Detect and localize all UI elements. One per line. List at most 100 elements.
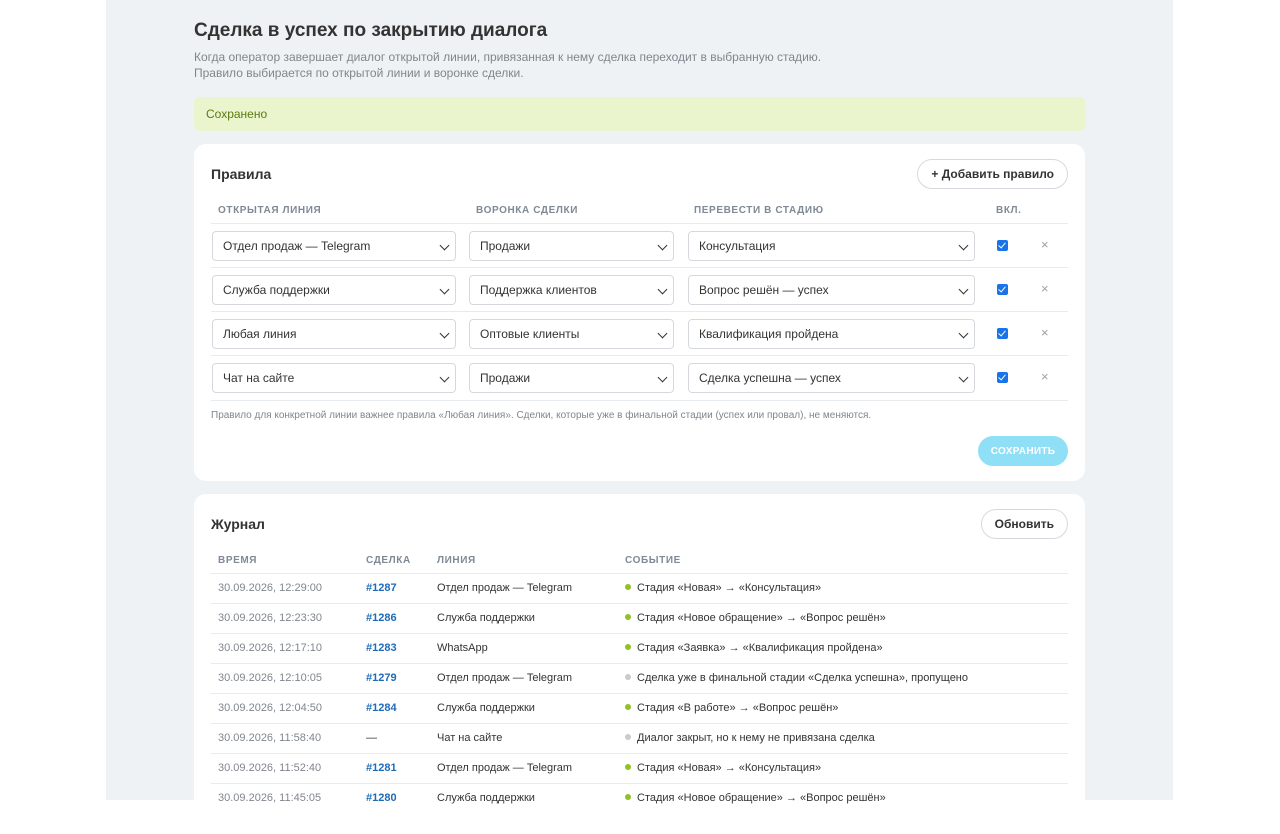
line-select[interactable]: Любая линия xyxy=(212,319,456,349)
refresh-button[interactable]: Обновить xyxy=(980,509,1068,539)
log-table-header: Время Сделка Линия Событие xyxy=(211,555,1068,573)
chevron-down-icon xyxy=(439,240,450,251)
deal-link[interactable]: #1284 xyxy=(366,694,397,723)
line-select-value: Отдел продаж — Telegram xyxy=(223,239,371,253)
log-event: Стадия «Новая» → «Консультация» xyxy=(625,754,821,783)
funnel-select[interactable]: Продажи xyxy=(469,231,674,261)
add-rule-button[interactable]: + Добавить правило xyxy=(917,159,1068,189)
column-header-funnel: Воронка сделки xyxy=(476,205,578,216)
deal-link[interactable]: #1287 xyxy=(366,574,397,603)
enabled-checkbox[interactable] xyxy=(997,240,1008,251)
rules-table-header: Открытая линия Воронка сделки Перевести … xyxy=(211,205,1068,223)
save-button[interactable]: СОХРАНИТЬ xyxy=(978,436,1068,466)
log-event-text: Стадия «Новое обращение» → «Вопрос решён… xyxy=(637,612,886,624)
log-event: Стадия «Новое обращение» → «Вопрос решён… xyxy=(625,784,886,813)
saved-notice: Сохранено xyxy=(194,97,1085,131)
funnel-select-value: Продажи xyxy=(480,239,531,253)
funnel-select[interactable]: Продажи xyxy=(469,363,674,393)
funnel-select-value: Поддержка клиентов xyxy=(480,283,597,297)
log-event-text: Стадия «Новое обращение» → «Вопрос решён… xyxy=(637,792,886,804)
deal-empty: — xyxy=(366,732,377,744)
log-line: Чат на сайте xyxy=(437,732,503,744)
log-line: Служба поддержки xyxy=(437,792,535,804)
log-event: Стадия «В работе» → «Вопрос решён» xyxy=(625,694,838,723)
line-select[interactable]: Отдел продаж — Telegram xyxy=(212,231,456,261)
page-background: Сделка в успех по закрытию диалога Когда… xyxy=(106,0,1173,834)
column-header-stage: Перевести в стадию xyxy=(694,205,824,216)
delete-rule-icon[interactable]: × xyxy=(1041,281,1049,296)
log-row: 30.09.2026, 12:04:50 #1284 Служба поддержк… xyxy=(211,693,1068,723)
deal-link[interactable]: #1286 xyxy=(366,604,397,633)
log-line: Отдел продаж — Telegram xyxy=(437,762,573,774)
log-event-text: Стадия «В работе» → «Вопрос решён» xyxy=(637,702,839,714)
log-row: 30.09.2026, 11:58:40 — Чат на сайте Диалог … xyxy=(211,723,1068,753)
log-event-text: Стадия «Заявка» → «Квалификация пройдена… xyxy=(637,642,883,654)
chevron-down-icon xyxy=(439,328,450,339)
chevron-down-icon xyxy=(958,372,969,383)
description-line: Правило выбирается по открытой линии и в… xyxy=(194,66,524,80)
status-dot-icon xyxy=(625,794,631,800)
deal-link[interactable]: #1283 xyxy=(366,634,397,663)
stage-select[interactable]: Квалификация пройдена xyxy=(688,319,975,349)
column-header-event: Событие xyxy=(625,555,681,566)
column-header-time: Время xyxy=(218,555,258,566)
log-line: Служба поддержки xyxy=(437,702,535,714)
log-row: 30.09.2026, 12:23:30 #1286 Служба поддержк… xyxy=(211,603,1068,633)
funnel-select[interactable]: Оптовые клиенты xyxy=(469,319,674,349)
delete-rule-icon[interactable]: × xyxy=(1041,369,1049,384)
divider xyxy=(211,400,1068,401)
log-time: 30.09.2026, 11:58:40 xyxy=(218,732,322,744)
chevron-down-icon xyxy=(657,328,668,339)
stage-select-value: Квалификация пройдена xyxy=(699,327,839,341)
chevron-down-icon xyxy=(657,240,668,251)
status-dot-icon xyxy=(625,584,631,590)
chevron-down-icon xyxy=(657,284,668,295)
log-event: Сделка уже в финальной стадии «Сделка ус… xyxy=(625,664,968,693)
log-line: Отдел продаж — Telegram xyxy=(437,582,573,594)
rule-row: Чат на сайте Продажи Сделка успешна — успе… xyxy=(211,355,1068,399)
log-row: 30.09.2026, 12:17:10 #1283 WhatsApp Стадия … xyxy=(211,633,1068,663)
column-header-line: Линия xyxy=(437,555,476,566)
deal-link[interactable]: #1280 xyxy=(366,784,397,813)
funnel-select-value: Оптовые клиенты xyxy=(480,327,580,341)
status-dot-icon xyxy=(625,764,631,770)
log-event: Диалог закрыт, но к нему не привязана сд… xyxy=(625,724,875,753)
deal-link[interactable]: #1281 xyxy=(366,754,397,783)
log-time: 30.09.2026, 11:45:05 xyxy=(218,792,322,804)
status-dot-icon xyxy=(625,614,631,620)
rules-card: Правила + Добавить правило Открытая лини… xyxy=(194,144,1085,481)
stage-select[interactable]: Консультация xyxy=(688,231,975,261)
log-line: Отдел продаж — Telegram xyxy=(437,672,573,684)
line-select[interactable]: Чат на сайте xyxy=(212,363,456,393)
log-row: 30.09.2026, 11:52:40 #1281 Отдел продаж — … xyxy=(211,753,1068,783)
stage-select[interactable]: Сделка успешна — успех xyxy=(688,363,975,393)
page-description: Когда оператор завершает диалог открытой… xyxy=(194,49,1085,81)
log-line: WhatsApp xyxy=(437,642,488,654)
line-select[interactable]: Служба поддержки xyxy=(212,275,456,305)
enabled-checkbox[interactable] xyxy=(997,328,1008,339)
stage-select-value: Сделка успешна — успех xyxy=(699,371,841,385)
log-time: 30.09.2026, 12:29:00 xyxy=(218,582,322,594)
stage-select-value: Консультация xyxy=(699,239,776,253)
stage-select-value: Вопрос решён — успех xyxy=(699,283,829,297)
column-header-enabled: Вкл. xyxy=(996,205,1022,216)
log-event: Стадия «Новое обращение» → «Вопрос решён… xyxy=(625,604,886,633)
log-event: Стадия «Заявка» → «Квалификация пройдена… xyxy=(625,634,883,663)
stage-select[interactable]: Вопрос решён — успех xyxy=(688,275,975,305)
rules-hint: Правило для конкретной линии важнее прав… xyxy=(211,410,872,421)
delete-rule-icon[interactable]: × xyxy=(1041,237,1049,252)
delete-rule-icon[interactable]: × xyxy=(1041,325,1049,340)
enabled-checkbox[interactable] xyxy=(997,284,1008,295)
log-time: 30.09.2026, 12:10:05 xyxy=(218,672,322,684)
log-event-text: Диалог закрыт, но к нему не привязана сд… xyxy=(637,732,875,744)
chevron-down-icon xyxy=(958,240,969,251)
chevron-down-icon xyxy=(439,372,450,383)
status-dot-icon xyxy=(625,734,631,740)
deal-link[interactable]: #1279 xyxy=(366,664,397,693)
log-time: 30.09.2026, 11:52:40 xyxy=(218,762,322,774)
status-dot-icon xyxy=(625,674,631,680)
column-header-deal: Сделка xyxy=(366,555,411,566)
funnel-select[interactable]: Поддержка клиентов xyxy=(469,275,674,305)
status-dot-icon xyxy=(625,644,631,650)
enabled-checkbox[interactable] xyxy=(997,372,1008,383)
